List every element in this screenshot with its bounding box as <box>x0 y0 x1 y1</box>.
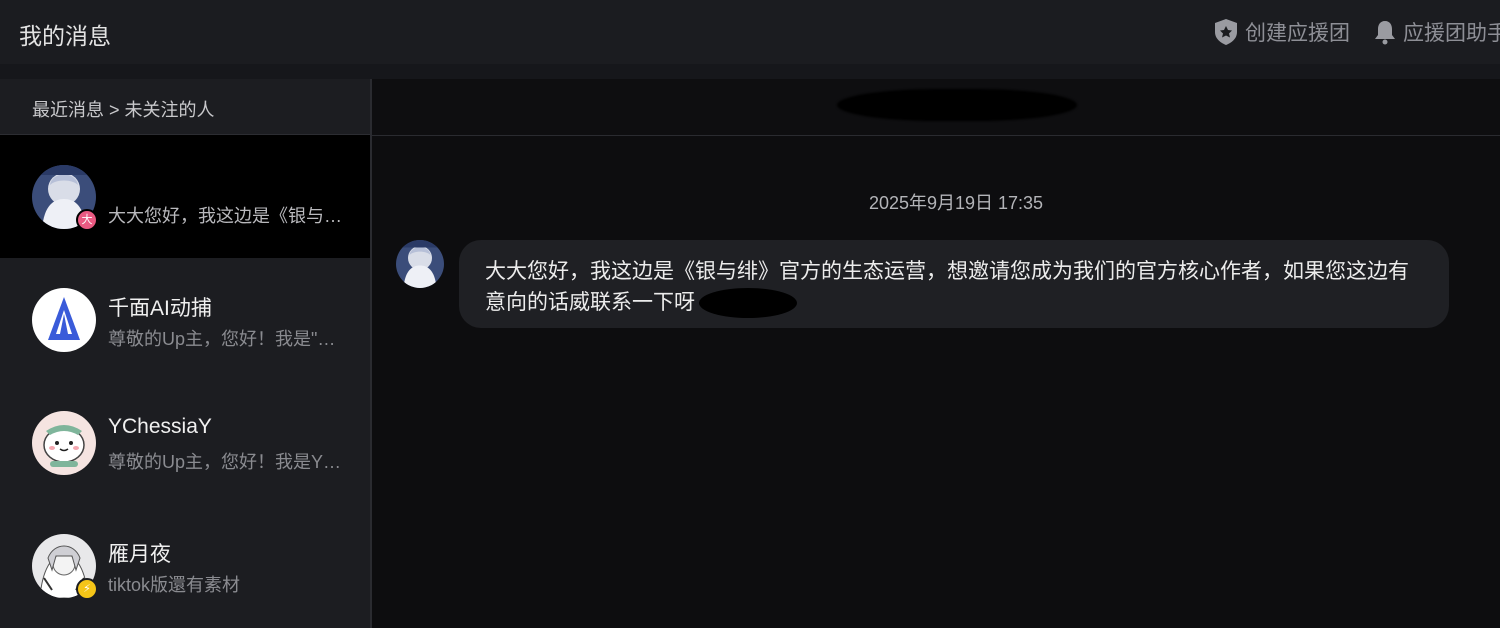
conversation-name: 雁月夜 <box>108 543 171 566</box>
message-text: 大大您好，我这边是《银与绯》官方的生态运营，想邀请您成为我们的官方核心作者，如果… <box>485 260 1409 314</box>
create-fan-group-button[interactable]: 创建应援团 <box>1213 17 1350 47</box>
conversation-item-1[interactable]: 大 大大您好，我这边是《银与绯》官方的生态运营，想邀请您成为我们的官方核心作者 <box>0 135 370 258</box>
conversation-preview: 大大您好，我这边是《银与绯》官方的生态运营，想邀请您成为我们的官方核心作者 <box>108 206 353 226</box>
top-bar: 我的消息 创建应援团 应援团助手 <box>0 0 1500 64</box>
message-timestamp: 2025年9月19日 17:35 <box>868 193 1044 213</box>
breadcrumb[interactable]: 最近消息 > 未关注的人 <box>32 96 215 122</box>
conversation-name: 千面AI动捕 <box>108 297 212 320</box>
conversation-item-3[interactable]: YChessiaY 尊敬的Up主，您好！我是YChessiaY <box>0 381 370 504</box>
create-fan-group-label: 创建应援团 <box>1245 22 1350 45</box>
page-title: 我的消息 <box>19 23 111 49</box>
header-divider <box>0 64 1500 79</box>
fan-group-helper-button[interactable]: 应援团助手 <box>1373 17 1500 47</box>
conversation-preview: 尊敬的Up主，您好！我是"千面AI动捕" <box>108 329 353 349</box>
avatar[interactable] <box>32 288 96 352</box>
chat-header <box>372 79 1500 136</box>
sender-avatar[interactable] <box>396 240 444 288</box>
conversation-preview: 尊敬的Up主，您好！我是YChessiaY <box>108 452 353 472</box>
conversation-name: YChessiaY <box>108 415 212 438</box>
redacted-contact-info <box>699 288 797 318</box>
avatar[interactable] <box>32 411 96 475</box>
fan-group-helper-label: 应援团助手 <box>1403 22 1500 45</box>
conversation-item-4[interactable]: ⚡ 雁月夜 tiktok版還有素材 <box>0 504 370 627</box>
chat-panel: 2025年9月19日 17:35 大大您好，我这边是《银与绯》官方的生态运营，想… <box>372 79 1500 628</box>
conversation-sidebar: 最近消息 > 未关注的人 大 大大您好，我这边是《银与绯》官方的生态运营，想邀请… <box>0 79 372 628</box>
creator-badge-icon: 大 <box>76 209 98 231</box>
shield-icon <box>1215 19 1237 45</box>
bell-icon <box>1375 21 1395 45</box>
conversation-preview: tiktok版還有素材 <box>108 575 241 595</box>
redacted-contact-name <box>837 89 1077 121</box>
message-bubble[interactable]: 大大您好，我这边是《银与绯》官方的生态运营，想邀请您成为我们的官方核心作者，如果… <box>459 240 1449 328</box>
lightning-badge-icon: ⚡ <box>76 578 98 600</box>
conversation-item-2[interactable]: 千面AI动捕 尊敬的Up主，您好！我是"千面AI动捕" <box>0 258 370 381</box>
